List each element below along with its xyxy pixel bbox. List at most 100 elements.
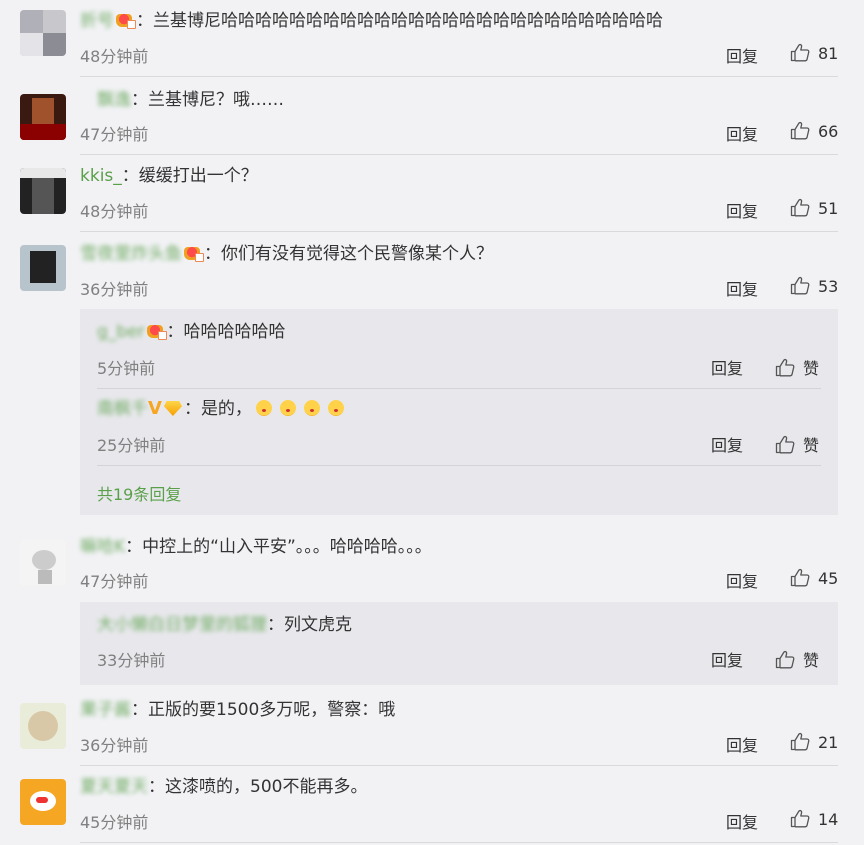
reply-button[interactable]: 回复 xyxy=(711,647,743,671)
username[interactable]: 果子酱 xyxy=(80,699,131,721)
emoji-icon xyxy=(327,400,344,416)
thumb-up-icon xyxy=(790,276,810,295)
username[interactable]: 南枫千 xyxy=(97,398,148,420)
thumb-up-icon xyxy=(790,809,810,828)
reply-button[interactable]: 回复 xyxy=(711,432,743,456)
colon: ： xyxy=(267,615,284,635)
colon: ： xyxy=(166,322,184,342)
like-count: 14 xyxy=(818,810,839,829)
reply-button[interactable]: 回复 xyxy=(726,276,758,300)
avatar[interactable] xyxy=(20,94,66,140)
like-button[interactable]: 赞 xyxy=(775,432,819,456)
like-label: 赞 xyxy=(803,651,820,670)
thumb-up-icon xyxy=(790,121,810,140)
like-button[interactable]: 51 xyxy=(790,198,838,218)
comment-text: 缓缓打出一个？ xyxy=(138,166,258,186)
like-button[interactable]: 53 xyxy=(790,276,838,296)
replies-panel: g_ber ：哈哈哈哈哈哈 5分钟前 回复 赞 南枫千V ：是的， 25分钟前 回复… xyxy=(80,309,838,515)
timestamp: 5分钟前 xyxy=(97,359,156,378)
colon: ： xyxy=(125,537,143,557)
view-more-replies-link[interactable]: 共19条回复 xyxy=(97,481,181,505)
colon: ： xyxy=(131,90,148,110)
comment-line: 果子酱：正版的要1500多万呢，警察：哦 xyxy=(80,699,395,721)
avatar[interactable] xyxy=(20,168,66,214)
comment-line: 折号 ：兰基博尼哈哈哈哈哈哈哈哈哈哈哈哈哈哈哈哈哈哈哈哈哈哈哈哈哈哈 xyxy=(80,10,663,32)
like-button[interactable]: 66 xyxy=(790,121,838,141)
thumb-up-icon xyxy=(790,568,810,587)
username[interactable]: 飘逸 xyxy=(97,89,131,111)
username[interactable]: 折号 xyxy=(80,10,114,32)
like-button[interactable]: 赞 xyxy=(775,647,819,671)
reply-button[interactable]: 回复 xyxy=(711,355,743,379)
vip-diamond-icon xyxy=(164,400,182,416)
timestamp: 45分钟前 xyxy=(80,813,149,832)
avatar[interactable] xyxy=(20,10,66,56)
divider xyxy=(97,465,821,466)
like-label: 赞 xyxy=(803,436,820,455)
divider xyxy=(80,765,838,766)
emoji-icon xyxy=(303,400,320,416)
colon: ： xyxy=(148,777,165,797)
reply-text: 哈哈哈哈哈哈 xyxy=(183,322,286,342)
like-count: 66 xyxy=(818,122,839,141)
colon: ： xyxy=(121,166,139,186)
reply-line: 南枫千V ：是的， xyxy=(97,398,348,420)
timestamp: 25分钟前 xyxy=(97,436,166,455)
like-button[interactable]: 14 xyxy=(790,809,838,829)
username[interactable]: 雪夜里炸头鱼 xyxy=(80,243,182,265)
reply-text: 是的， xyxy=(200,399,252,419)
member-crown-icon xyxy=(116,12,136,29)
comment-text: 正版的要1500多万呢，警察：哦 xyxy=(148,700,396,720)
colon: ： xyxy=(136,11,153,31)
like-button[interactable]: 21 xyxy=(790,732,838,752)
username[interactable]: kkis_ xyxy=(80,165,122,187)
reply-button[interactable]: 回复 xyxy=(726,43,758,67)
timestamp: 36分钟前 xyxy=(80,736,149,755)
timestamp: 48分钟前 xyxy=(80,202,149,221)
timestamp: 33分钟前 xyxy=(97,651,166,670)
comment-line: kkis_：缓缓打出一个？ xyxy=(80,165,258,187)
thumb-up-icon xyxy=(790,732,810,751)
timestamp: 36分钟前 xyxy=(80,280,149,299)
avatar[interactable] xyxy=(20,540,66,586)
like-count: 81 xyxy=(818,44,839,63)
comment-text: 这漆喷的，500不能再多。 xyxy=(165,777,368,797)
comment-text: 兰基博尼？哦…… xyxy=(148,90,284,110)
like-count: 53 xyxy=(818,277,839,296)
reply-button[interactable]: 回复 xyxy=(726,198,758,222)
divider xyxy=(80,76,838,77)
username[interactable]: g_ber xyxy=(97,321,145,343)
reply-button[interactable]: 回复 xyxy=(726,568,758,592)
like-button[interactable]: 赞 xyxy=(775,355,819,379)
like-count: 21 xyxy=(818,733,839,752)
like-count: 45 xyxy=(818,569,839,588)
timestamp: 47分钟前 xyxy=(80,125,149,144)
username[interactable]: 夏天夏天 xyxy=(80,776,148,798)
replies-panel: 大小懒白日梦里的狐狸：列文虎克 33分钟前 回复 赞 xyxy=(80,602,838,685)
thumb-up-icon xyxy=(790,43,810,62)
like-button[interactable]: 81 xyxy=(790,43,838,63)
thumb-up-icon xyxy=(775,358,795,377)
divider xyxy=(97,388,821,389)
divider xyxy=(80,154,838,155)
reply-button[interactable]: 回复 xyxy=(726,732,758,756)
like-button[interactable]: 45 xyxy=(790,568,838,588)
colon: ： xyxy=(204,244,221,264)
thumb-up-icon xyxy=(790,198,810,217)
reply-button[interactable]: 回复 xyxy=(726,809,758,833)
username[interactable]: 大小懒白日梦里的狐狸 xyxy=(97,614,267,636)
colon: ： xyxy=(131,700,148,720)
colon: ： xyxy=(183,399,201,419)
comment-line: 夏天夏天：这漆喷的，500不能再多。 xyxy=(80,776,367,798)
comment-text: 你们有没有觉得这个民警像某个人？ xyxy=(221,244,493,264)
avatar[interactable] xyxy=(20,245,66,291)
member-crown-icon xyxy=(184,245,204,262)
timestamp: 48分钟前 xyxy=(80,47,149,66)
reply-button[interactable]: 回复 xyxy=(726,121,758,145)
username[interactable]: 嘛哈K xyxy=(80,536,125,558)
comment-line: 雪夜里炸头鱼 ：你们有没有觉得这个民警像某个人？ xyxy=(80,243,493,265)
avatar[interactable] xyxy=(20,779,66,825)
reply-line: 大小懒白日梦里的狐狸：列文虎克 xyxy=(97,614,352,636)
divider xyxy=(80,231,838,232)
avatar[interactable] xyxy=(20,703,66,749)
